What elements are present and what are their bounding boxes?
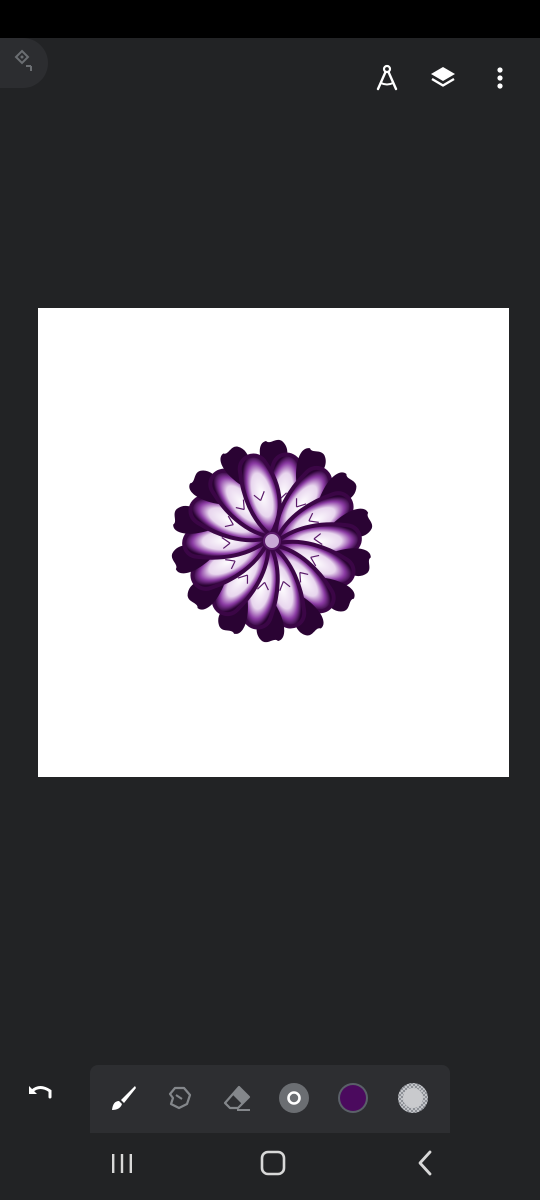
- more-vert-icon: [496, 66, 504, 94]
- ruler-compass-icon: [374, 64, 400, 96]
- brush-size-button[interactable]: [276, 1082, 312, 1118]
- bottom-toolbar: [90, 1065, 450, 1133]
- undo-icon: [26, 1081, 54, 1107]
- recent-apps-icon: [110, 1151, 134, 1179]
- mandala-artwork: [171, 439, 373, 643]
- status-bar: [0, 0, 540, 38]
- home-icon: [259, 1149, 287, 1181]
- opacity-icon: [397, 1082, 429, 1118]
- color-swatch-icon: [336, 1081, 370, 1119]
- brush-icon: [108, 1083, 138, 1117]
- brush-size-icon: [278, 1082, 310, 1118]
- opacity-button[interactable]: [395, 1082, 431, 1118]
- eraser-tool[interactable]: [219, 1082, 255, 1118]
- smudge-tool[interactable]: [162, 1082, 198, 1118]
- color-picker-button[interactable]: [335, 1082, 371, 1118]
- eraser-icon: [222, 1084, 252, 1116]
- layers-button[interactable]: [425, 62, 461, 98]
- back-button[interactable]: [405, 1147, 445, 1183]
- recent-apps-button[interactable]: [102, 1147, 142, 1183]
- more-button[interactable]: [482, 62, 518, 98]
- system-navigation-bar: [0, 1133, 540, 1200]
- home-button[interactable]: [253, 1147, 293, 1183]
- menu-icon: [11, 48, 37, 78]
- drawing-canvas[interactable]: [38, 308, 509, 777]
- menu-button[interactable]: [0, 38, 48, 88]
- ruler-compass-button[interactable]: [369, 62, 405, 98]
- undo-button[interactable]: [22, 1078, 58, 1110]
- back-icon: [415, 1149, 435, 1181]
- brush-tool[interactable]: [105, 1082, 141, 1118]
- smudge-icon: [166, 1084, 194, 1116]
- layers-icon: [429, 64, 457, 96]
